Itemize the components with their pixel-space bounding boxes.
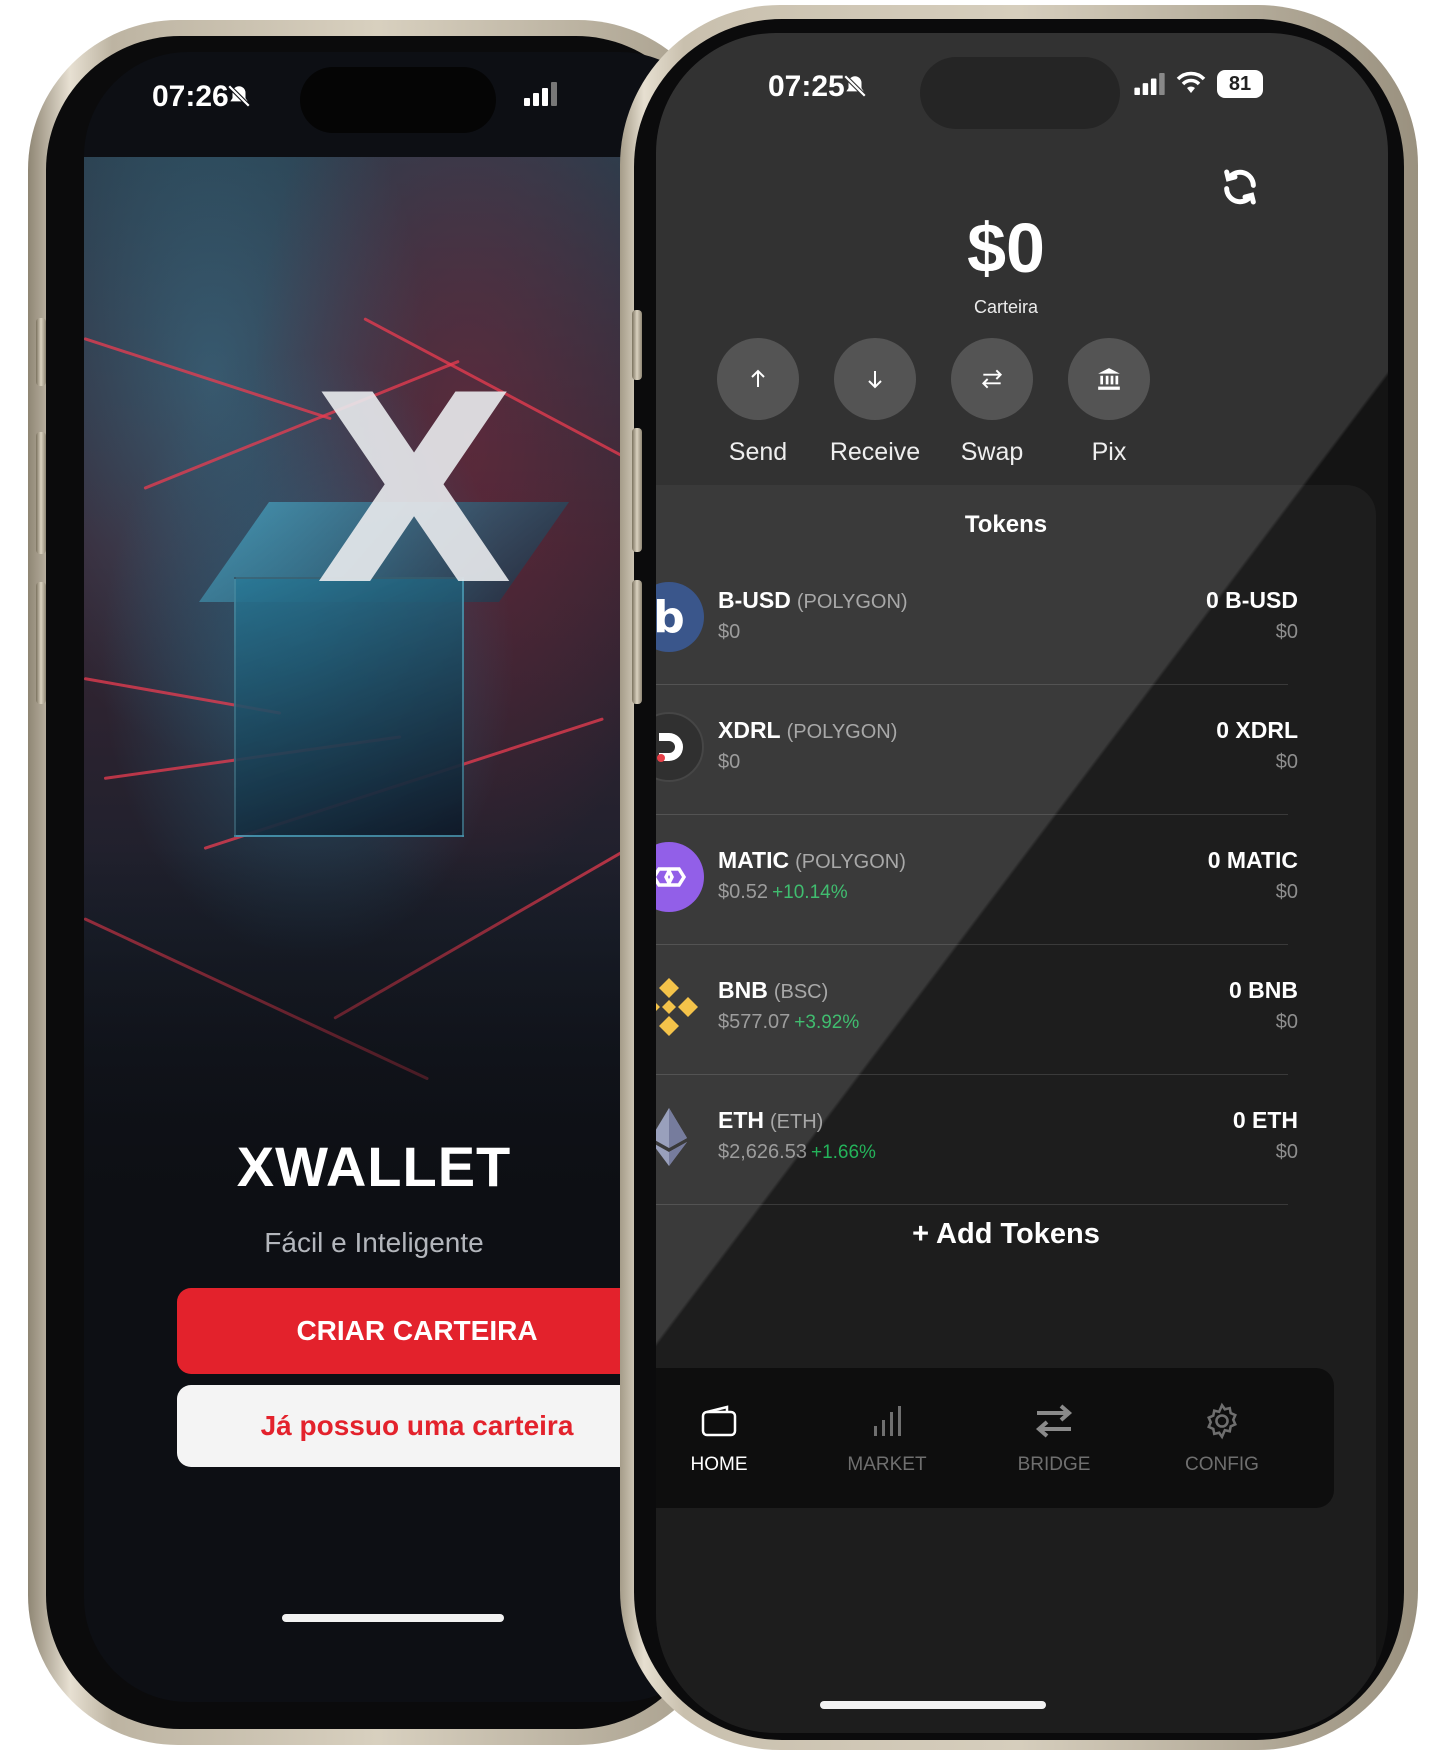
wallet-icon [701, 1405, 737, 1437]
token-price: $2,626.53 [718, 1141, 807, 1163]
token-usd-value: $0 [1275, 751, 1298, 773]
home-indicator [820, 1701, 1046, 1709]
token-row-matic[interactable]: MATIC (POLYGON) $0.52 +10.14% 0 MATIC $0 [656, 815, 1298, 945]
token-row-eth[interactable]: ETH (ETH) $2,626.53 +1.66% 0 ETH $0 [656, 1075, 1298, 1205]
token-usd-value: $0 [1275, 881, 1298, 903]
pix-label: Pix [1091, 438, 1127, 466]
wifi-icon [1176, 71, 1206, 100]
battery-indicator: 81 [1217, 70, 1263, 98]
tab-home-label: HOME [690, 1454, 748, 1475]
tab-config-label: CONFIG [1185, 1454, 1259, 1475]
token-chain: (BSC) [773, 981, 829, 1003]
refresh-icon [1224, 169, 1256, 205]
b-usd-icon: b [656, 582, 704, 652]
create-wallet-button[interactable]: CRIAR CARTEIRA [177, 1288, 697, 1374]
token-balance: 0 BNB [1228, 977, 1298, 1003]
token-chain: (POLYGON) [795, 851, 906, 873]
token-symbol: B-USD [718, 587, 791, 613]
token-chain: (ETH) [770, 1111, 824, 1133]
signal-icon [524, 82, 558, 111]
token-symbol: ETH [718, 1107, 764, 1133]
token-row-bnb[interactable]: BNB (BSC) $577.07 +3.92% 0 BNB $0 [656, 945, 1298, 1075]
home-indicator [282, 1614, 504, 1622]
right-volume-down-button [632, 580, 642, 704]
tab-market-label: MARKET [847, 1454, 927, 1475]
battery-level: 81 [1228, 72, 1252, 95]
status-time: 07:25 [768, 70, 845, 103]
wallet-balance: $0 [967, 209, 1045, 287]
gear-icon [1207, 1402, 1237, 1440]
token-usd-value: $0 [1275, 1011, 1298, 1033]
eth-icon [656, 1102, 704, 1172]
token-usd-value: $0 [1275, 1141, 1298, 1163]
pix-button[interactable]: Pix [1054, 338, 1164, 467]
status-time: 07:26 [152, 80, 229, 113]
xdrl-icon [656, 712, 704, 782]
token-chain: (POLYGON) [786, 721, 898, 743]
tab-home[interactable]: HOME [656, 1396, 784, 1476]
bnb-icon [656, 972, 704, 1042]
tab-bridge[interactable]: BRIDGE [989, 1396, 1119, 1476]
swap-label: Swap [960, 438, 1024, 466]
token-balance: 0 ETH [1232, 1107, 1298, 1133]
send-button[interactable]: Send [703, 338, 813, 467]
token-change: +10.14% [772, 882, 848, 903]
token-balance: 0 XDRL [1216, 717, 1298, 743]
token-balance: 0 MATIC [1207, 847, 1298, 873]
swap-button[interactable]: Swap [937, 338, 1047, 467]
right-action-button [632, 310, 642, 380]
token-row-b-usd[interactable]: b B-USD (POLYGON) $0 0 B-USD $0 [656, 555, 1298, 685]
token-change: +1.66% [810, 1142, 876, 1163]
token-balance: 0 B-USD [1205, 587, 1298, 613]
token-change: +3.92% [794, 1012, 860, 1033]
token-usd-value: $0 [1275, 621, 1298, 643]
token-symbol: BNB [718, 977, 768, 1003]
left-volume-up-button [36, 432, 46, 554]
left-volume-down-button [36, 582, 46, 704]
receive-label: Receive [829, 438, 921, 466]
token-row-xdrl[interactable]: XDRL (POLYGON) $0 0 XDRL $0 [656, 685, 1298, 815]
token-symbol: XDRL [718, 717, 781, 743]
token-symbol: MATIC [718, 847, 790, 873]
dynamic-island [300, 67, 496, 133]
tab-market[interactable]: MARKET [822, 1396, 952, 1476]
signal-icon [1134, 73, 1166, 100]
token-price: $0.52 [718, 881, 769, 903]
bank-icon [1098, 368, 1120, 390]
token-chain: (POLYGON) [796, 591, 908, 613]
right-volume-up-button [632, 428, 642, 552]
bar-chart-icon [874, 1406, 901, 1436]
wallet-balance-label: Carteira [973, 297, 1039, 317]
receive-button[interactable]: Receive [820, 338, 930, 467]
silent-bell-icon [226, 82, 252, 115]
wallet-home-screen: 07:25 81 $0 Carteira Send Receive Swap P… [656, 33, 1388, 1733]
swap-icon [981, 369, 1003, 389]
add-tokens-button[interactable]: + Add Tokens [656, 1218, 1356, 1251]
token-price: $0 [718, 621, 741, 643]
send-label: Send [728, 438, 788, 466]
existing-wallet-button[interactable]: Já possuo uma carteira [177, 1385, 697, 1467]
bottom-tab-bar: HOME MARKET BRIDGE CONFIG [656, 1368, 1334, 1508]
left-action-button [36, 318, 46, 386]
x-logo: X [314, 341, 515, 643]
tab-bridge-label: BRIDGE [1017, 1454, 1091, 1475]
silent-bell-icon [842, 72, 868, 105]
arrow-down-icon [868, 371, 882, 389]
token-price: $0 [718, 751, 741, 773]
tab-config[interactable]: CONFIG [1157, 1396, 1287, 1476]
dynamic-island [920, 57, 1120, 129]
arrow-up-icon [751, 369, 765, 387]
transfer-icon [1035, 1404, 1073, 1438]
matic-icon [656, 842, 704, 912]
tokens-title: Tokens [964, 511, 1048, 538]
token-price: $577.07 [718, 1011, 791, 1033]
